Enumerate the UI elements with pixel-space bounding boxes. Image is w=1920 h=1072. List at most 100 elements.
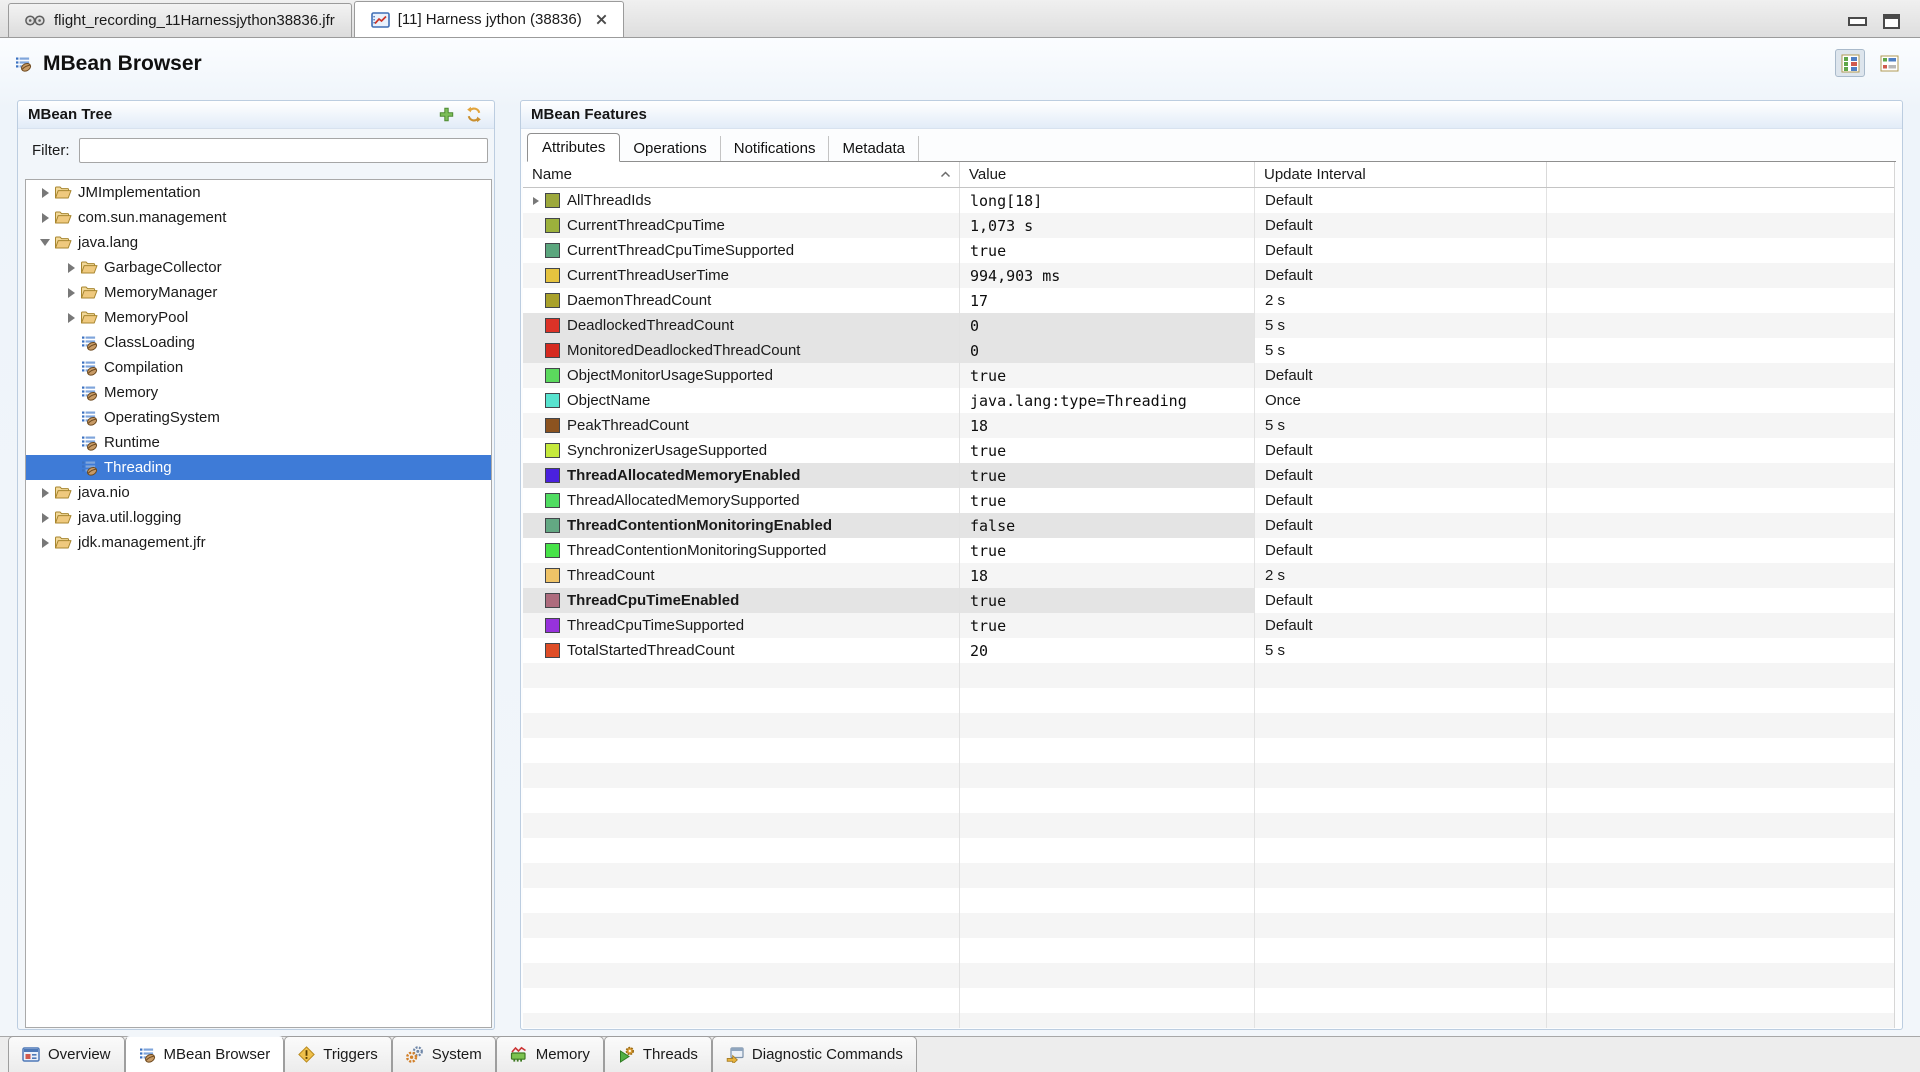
bottom-tab-overview[interactable]: Overview <box>8 1036 125 1072</box>
horizontal-layout-button[interactable] <box>1874 49 1904 77</box>
filter-input[interactable] <box>79 138 489 163</box>
table-row[interactable]: MonitoredDeadlockedThreadCount 0 5 s <box>523 338 1894 363</box>
column-header-name[interactable]: Name <box>523 162 960 187</box>
mbean-icon <box>81 460 98 476</box>
tree-item-compilation[interactable]: Compilation <box>26 355 491 380</box>
column-header-update-interval[interactable]: Update Interval <box>1255 162 1547 187</box>
empty-cell <box>1547 938 1894 963</box>
tree-item-com.sun.management[interactable]: com.sun.management <box>26 205 491 230</box>
twistie-icon[interactable] <box>63 313 79 323</box>
attributes-rows: AllThreadIds long[18] Default CurrentThr… <box>523 188 1894 1028</box>
empty-table-row <box>523 788 1894 813</box>
column-header-empty <box>1547 162 1894 187</box>
editor-tab-console[interactable]: [11] Harness jython (38836) <box>354 1 624 37</box>
table-row[interactable]: ThreadCpuTimeSupported true Default <box>523 613 1894 638</box>
table-row[interactable]: CurrentThreadUserTime 994,903 ms Default <box>523 263 1894 288</box>
attribute-value <box>960 688 1255 713</box>
table-row[interactable]: ObjectMonitorUsageSupported true Default <box>523 363 1894 388</box>
mbean-features-section: MBean Features Attributes Operations Not… <box>520 100 1903 1030</box>
tree-item-java.lang[interactable]: java.lang <box>26 230 491 255</box>
mbean-icon <box>139 1047 156 1063</box>
add-mbean-button[interactable] <box>436 105 456 125</box>
bottom-tab-system[interactable]: System <box>392 1036 496 1072</box>
empty-table-row <box>523 888 1894 913</box>
tab-metadata[interactable]: Metadata <box>829 136 919 161</box>
twistie-icon[interactable] <box>37 538 53 548</box>
attribute-value: true <box>960 363 1255 388</box>
bottom-tab-mbean-browser[interactable]: MBean Browser <box>125 1036 285 1072</box>
tree-item-memory[interactable]: Memory <box>26 380 491 405</box>
table-row[interactable]: TotalStartedThreadCount 20 5 s <box>523 638 1894 663</box>
folder-icon <box>54 510 72 525</box>
tab-attributes[interactable]: Attributes <box>527 133 620 162</box>
bottom-tab-diagnostic-commands[interactable]: Diagnostic Commands <box>712 1036 917 1072</box>
attribute-color-swatch <box>545 468 560 483</box>
table-row[interactable]: ThreadAllocatedMemoryEnabled true Defaul… <box>523 463 1894 488</box>
attribute-name: DeadlockedThreadCount <box>567 317 734 334</box>
close-icon[interactable] <box>596 14 607 25</box>
twistie-icon[interactable] <box>37 488 53 498</box>
table-row[interactable]: ThreadContentionMonitoringEnabled false … <box>523 513 1894 538</box>
table-row[interactable]: CurrentThreadCpuTimeSupported true Defau… <box>523 238 1894 263</box>
tree-item-operatingsystem[interactable]: OperatingSystem <box>26 405 491 430</box>
mbean-icon-slot <box>139 1047 156 1063</box>
tab-operations[interactable]: Operations <box>620 136 720 161</box>
attribute-update-interval: Default <box>1255 513 1547 538</box>
table-row[interactable]: SynchronizerUsageSupported true Default <box>523 438 1894 463</box>
tree-item-memorypool[interactable]: MemoryPool <box>26 305 491 330</box>
editor-tab-flight-recording[interactable]: flight_recording_11Harnessjython38836.jf… <box>8 3 352 37</box>
bottom-tab-triggers[interactable]: Triggers <box>284 1036 391 1072</box>
tree-item-label: java.nio <box>78 484 130 501</box>
tree-item-label: MemoryManager <box>104 284 217 301</box>
table-row[interactable]: ThreadCpuTimeEnabled true Default <box>523 588 1894 613</box>
twistie-icon[interactable] <box>37 513 53 523</box>
diagnostic-commands-icon <box>726 1047 744 1063</box>
attribute-update-interval: 5 s <box>1255 338 1547 363</box>
tree-item-java.nio[interactable]: java.nio <box>26 480 491 505</box>
attribute-update-interval: Default <box>1255 613 1547 638</box>
tree-item-jmimplementation[interactable]: JMImplementation <box>26 180 491 205</box>
row-expand-icon[interactable] <box>528 197 543 205</box>
tree-item-threading[interactable]: Threading <box>26 455 491 480</box>
bottom-tab-threads[interactable]: Threads <box>604 1036 712 1072</box>
attribute-color-swatch <box>545 543 560 558</box>
table-row[interactable]: ThreadCount 18 2 s <box>523 563 1894 588</box>
table-row[interactable]: ObjectName java.lang:type=Threading Once <box>523 388 1894 413</box>
table-row[interactable]: PeakThreadCount 18 5 s <box>523 413 1894 438</box>
column-header-value[interactable]: Value <box>960 162 1255 187</box>
twistie-icon[interactable] <box>37 239 53 246</box>
table-row[interactable]: CurrentThreadCpuTime 1,073 s Default <box>523 213 1894 238</box>
twistie-icon[interactable] <box>63 288 79 298</box>
empty-table-row <box>523 813 1894 838</box>
table-row[interactable]: DaemonThreadCount 17 2 s <box>523 288 1894 313</box>
attribute-value <box>960 763 1255 788</box>
tab-notifications[interactable]: Notifications <box>721 136 830 161</box>
tree-item-jdk.management.jfr[interactable]: jdk.management.jfr <box>26 530 491 555</box>
twistie-icon[interactable] <box>63 263 79 273</box>
tree-item-icon <box>54 485 72 500</box>
vertical-layout-button[interactable] <box>1835 49 1865 77</box>
tree-item-runtime[interactable]: Runtime <box>26 430 491 455</box>
feature-tabs: Attributes Operations Notifications Meta… <box>527 134 1896 162</box>
table-row[interactable]: ThreadContentionMonitoringSupported true… <box>523 538 1894 563</box>
minimize-icon[interactable] <box>1848 17 1867 26</box>
attribute-color-swatch <box>545 268 560 283</box>
attribute-value <box>960 788 1255 813</box>
maximize-icon[interactable] <box>1883 14 1900 29</box>
tree-item-garbagecollector[interactable]: GarbageCollector <box>26 255 491 280</box>
attribute-update-interval: Default <box>1255 488 1547 513</box>
refresh-button[interactable] <box>464 105 484 125</box>
table-row[interactable]: ThreadAllocatedMemorySupported true Defa… <box>523 488 1894 513</box>
table-row[interactable]: AllThreadIds long[18] Default <box>523 188 1894 213</box>
tree-item-classloading[interactable]: ClassLoading <box>26 330 491 355</box>
empty-cell <box>1547 663 1894 688</box>
folder-icon <box>54 210 72 225</box>
table-row[interactable]: DeadlockedThreadCount 0 5 s <box>523 313 1894 338</box>
overview-icon <box>22 1047 40 1062</box>
twistie-icon[interactable] <box>37 213 53 223</box>
mbean-tree[interactable]: JMImplementation com.sun.management java… <box>25 179 492 1028</box>
tree-item-java.util.logging[interactable]: java.util.logging <box>26 505 491 530</box>
twistie-icon[interactable] <box>37 188 53 198</box>
bottom-tab-memory[interactable]: Memory <box>496 1036 604 1072</box>
tree-item-memorymanager[interactable]: MemoryManager <box>26 280 491 305</box>
